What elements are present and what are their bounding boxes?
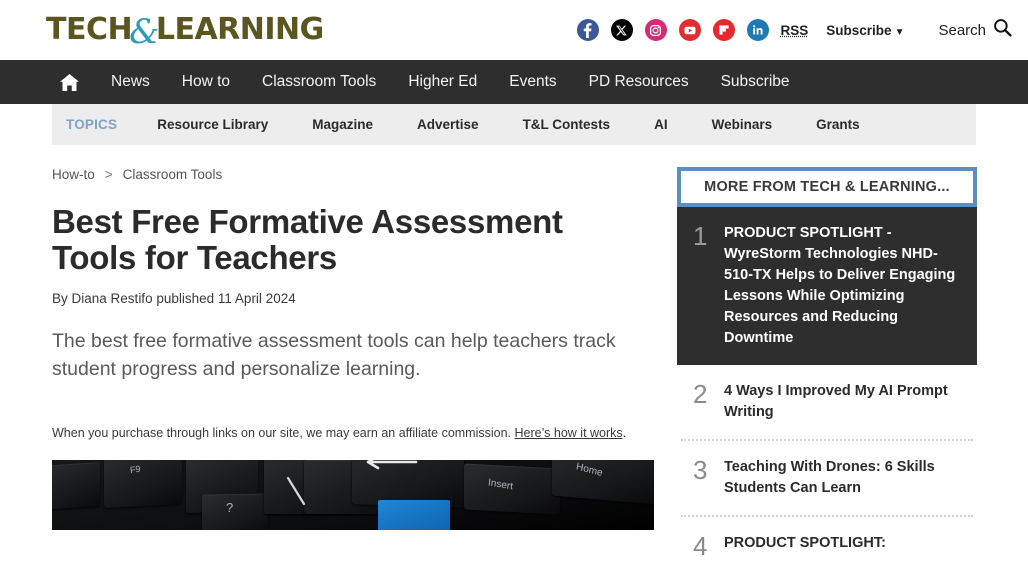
rail-item-title[interactable]: Teaching With Drones: 6 Skills Students …: [724, 457, 959, 499]
breadcrumb-item-how-to[interactable]: How-to: [52, 167, 95, 182]
key-label-home: Home: [575, 461, 604, 479]
page-content: How-to > Classroom Tools Best Free Formati…: [0, 145, 1028, 576]
breadcrumb-separator: >: [104, 167, 113, 182]
keyboard-photo: F9 ? Insert Home: [52, 459, 654, 530]
topics-bar: TOPICS Resource Library Magazine Adverti…: [52, 104, 976, 145]
topics-label[interactable]: TOPICS: [52, 117, 135, 132]
linkedin-icon[interactable]: [746, 19, 769, 41]
instagram-icon[interactable]: [644, 19, 667, 41]
topics-item-webinars[interactable]: Webinars: [690, 117, 795, 132]
key-label-question: ?: [226, 499, 234, 515]
search-icon: [993, 18, 1012, 42]
rss-link[interactable]: RSS: [781, 23, 809, 38]
header-utility-area: RSS Subscribe ▼ Search: [576, 0, 1012, 60]
article-standfirst: The best free formative assessment tools…: [52, 330, 616, 380]
breadcrumb-item-classroom-tools[interactable]: Classroom Tools: [123, 167, 223, 182]
nav-item-higher-ed[interactable]: Higher Ed: [392, 60, 493, 104]
search-label: Search: [938, 21, 986, 39]
topics-item-resource-library[interactable]: Resource Library: [135, 117, 290, 132]
rail-item-number: 4: [693, 531, 708, 562]
page-title: Best Free Formative Assessment Tools for…: [52, 203, 563, 276]
topics-item-magazine[interactable]: Magazine: [290, 117, 395, 132]
nav-item-events[interactable]: Events: [493, 60, 572, 104]
affiliate-text: When you purchase through links on our s…: [52, 425, 512, 440]
flipboard-icon[interactable]: [712, 19, 735, 41]
rail-item-2[interactable]: 2 4 Ways I Improved My AI Prompt Writing: [677, 365, 977, 439]
enter-arrow-icon: [366, 459, 418, 470]
article-column: How-to > Classroom Tools Best Free Formati…: [0, 167, 654, 576]
logo-ampersand: &: [129, 12, 159, 52]
key-blue: [378, 499, 450, 530]
byline: By Diana Restifo published 11 April 2024: [52, 291, 636, 306]
rail-item-number: 3: [693, 455, 708, 486]
topics-item-tl-contests[interactable]: T&L Contests: [501, 117, 633, 132]
primary-navigation: News How to Classroom Tools Higher Ed Ev…: [0, 60, 1028, 104]
more-from-rail: MORE FROM TECH & LEARNING... 1 PRODUCT S…: [677, 167, 977, 576]
rail-item-title[interactable]: 4 Ways I Improved My AI Prompt Writing: [724, 381, 959, 423]
home-icon[interactable]: [44, 73, 95, 91]
affiliate-period: .: [622, 425, 627, 440]
topics-bar-wrapper: TOPICS Resource Library Magazine Adverti…: [0, 104, 1028, 145]
site-masthead: TECH & LEARNING RSS Subscribe ▼ Search: [0, 0, 1028, 60]
facebook-icon[interactable]: [576, 19, 599, 41]
chevron-down-icon: ▼: [894, 26, 905, 38]
topics-item-advertise[interactable]: Advertise: [395, 117, 501, 132]
byline-prefix: By: [52, 291, 68, 307]
site-logo[interactable]: TECH & LEARNING: [46, 12, 324, 52]
youtube-icon[interactable]: [678, 19, 701, 41]
subscribe-dropdown-label: Subscribe: [826, 22, 892, 38]
logo-text-part2: LEARNING: [155, 12, 324, 47]
logo-text-part1: TECH: [46, 12, 133, 47]
nav-item-how-to[interactable]: How to: [166, 60, 246, 104]
rail-item-number: 2: [693, 379, 708, 410]
rail-header: MORE FROM TECH & LEARNING...: [677, 167, 977, 207]
topics-item-grants[interactable]: Grants: [794, 117, 882, 132]
rail-item-title[interactable]: PRODUCT SPOTLIGHT:: [724, 533, 886, 554]
subscribe-dropdown[interactable]: Subscribe ▼: [826, 23, 904, 38]
published-prefix: published: [156, 291, 215, 307]
social-links: [576, 19, 769, 41]
topics-item-ai[interactable]: AI: [632, 117, 690, 132]
key-label-f9: F9: [129, 463, 142, 475]
key-label-insert: Insert: [487, 477, 514, 493]
affiliate-disclaimer: When you purchase through links on our s…: [52, 424, 636, 442]
x-twitter-icon[interactable]: [610, 19, 633, 41]
rail-item-number: 1: [693, 221, 708, 251]
rail-item-title[interactable]: PRODUCT SPOTLIGHT - WyreStorm Technologi…: [724, 223, 959, 349]
rail-item-3[interactable]: 3 Teaching With Drones: 6 Skills Student…: [677, 441, 977, 515]
article-hero-image: F9 ? Insert Home: [52, 459, 654, 530]
nav-item-subscribe[interactable]: Subscribe: [705, 60, 806, 104]
rail-item-4[interactable]: 4 PRODUCT SPOTLIGHT:: [677, 517, 977, 576]
nav-item-pd-resources[interactable]: PD Resources: [573, 60, 705, 104]
nav-item-news[interactable]: News: [95, 60, 166, 104]
author-link[interactable]: Diana Restifo: [72, 291, 153, 306]
rail-item-1[interactable]: 1 PRODUCT SPOTLIGHT - WyreStorm Technolo…: [677, 207, 977, 366]
search-button[interactable]: Search: [938, 18, 1012, 42]
breadcrumb: How-to > Classroom Tools: [52, 167, 636, 182]
rail-title: MORE FROM TECH & LEARNING...: [704, 179, 950, 195]
nav-item-classroom-tools[interactable]: Classroom Tools: [246, 60, 392, 104]
backslash-glyph-icon: [286, 476, 306, 505]
affiliate-link[interactable]: Here’s how it works: [515, 426, 623, 440]
published-date: 11 April 2024: [217, 291, 296, 307]
